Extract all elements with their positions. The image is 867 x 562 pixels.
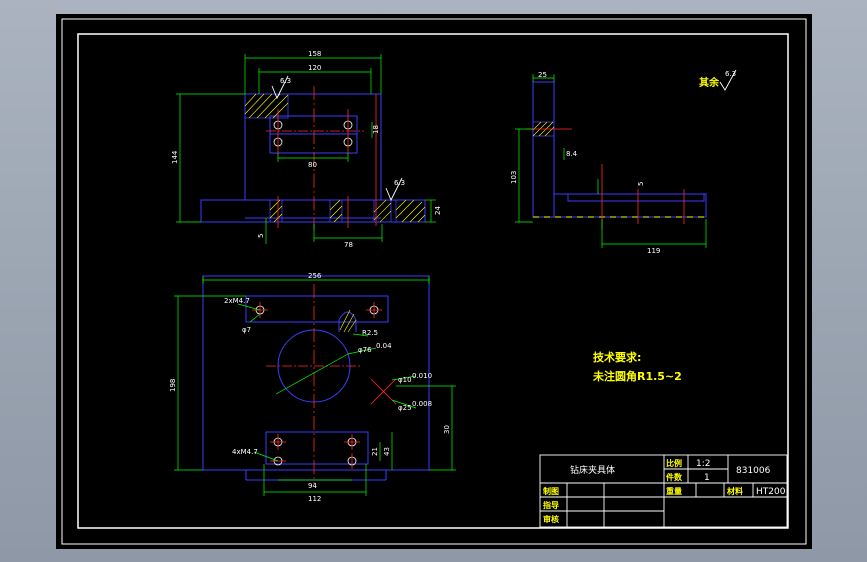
dim-94: 94 bbox=[308, 482, 317, 490]
label-dia-76-tol: 0.04 bbox=[376, 342, 392, 350]
roughness-label: 其余 bbox=[699, 76, 720, 89]
svg-text:6.3: 6.3 bbox=[280, 77, 291, 85]
dim-198: 198 bbox=[169, 379, 177, 392]
label-dia-25-tol: 0.008 bbox=[412, 400, 432, 408]
dim-30: 30 bbox=[443, 425, 451, 434]
reviewer-label: 审核 bbox=[543, 514, 559, 524]
label-dia-25: φ25 bbox=[398, 404, 412, 412]
dim-5: 5 bbox=[257, 234, 265, 238]
side-centerlines bbox=[526, 128, 685, 229]
top-view: 256 2xM4.7 φ7 R2.5 φ76 0.04 φ10 0.010 φ2… bbox=[169, 272, 456, 503]
qty-label: 件数 bbox=[666, 472, 683, 482]
label-dia-10: φ10 bbox=[398, 376, 412, 384]
part-name: 钻床夹具体 bbox=[570, 464, 615, 476]
top-hatch bbox=[339, 309, 357, 333]
material-value: HT200 bbox=[756, 487, 786, 497]
dim-8-4: 8.4 bbox=[566, 150, 578, 158]
tech-req-line1: 未注圆角R1.5~2 bbox=[592, 369, 682, 383]
top-dim-lines bbox=[174, 276, 456, 496]
dim-103: 103 bbox=[510, 171, 518, 184]
title-block: 钻床夹具体 比例 1:2 件数 1 831006 制图 重量 材料 HT200 … bbox=[539, 454, 788, 528]
roughness-value: 6.3 bbox=[725, 70, 736, 78]
tech-requirements: 技术要求: 未注圆角R1.5~2 bbox=[592, 350, 682, 383]
qty-value: 1 bbox=[704, 473, 710, 483]
label-r2-5: R2.5 bbox=[362, 329, 378, 337]
dim-43: 43 bbox=[383, 447, 391, 456]
drawn-label: 制图 bbox=[543, 486, 559, 496]
cad-drawing-viewport[interactable]: 158 120 144 80 18 78 5 24 6.3 6.3 25 103… bbox=[56, 14, 812, 549]
dim-256: 256 bbox=[308, 272, 322, 280]
roughness-symbol-b: 6.3 bbox=[385, 177, 405, 202]
svg-text:6.3: 6.3 bbox=[394, 179, 405, 187]
general-roughness: 其余 6.3 bbox=[699, 69, 737, 91]
side-view: 25 103 8.4 5 119 bbox=[510, 71, 708, 255]
label-dia-76: φ76 bbox=[358, 346, 372, 354]
designer-label: 指导 bbox=[543, 500, 559, 510]
dim-24: 24 bbox=[434, 206, 442, 215]
dim-5-side: 5 bbox=[637, 182, 645, 186]
dim-80: 80 bbox=[308, 161, 317, 169]
side-dim-lines bbox=[515, 74, 707, 248]
dim-112: 112 bbox=[308, 495, 321, 503]
top-dim-texts: 256 2xM4.7 φ7 R2.5 φ76 0.04 φ10 0.010 φ2… bbox=[169, 272, 451, 503]
front-dim-texts: 158 120 144 80 18 78 5 24 bbox=[171, 50, 442, 249]
dim-119: 119 bbox=[647, 247, 660, 255]
scale-label: 比例 bbox=[666, 458, 682, 468]
tech-req-title: 技术要求: bbox=[593, 350, 641, 364]
label-4xm4-7: 4xM4.7 bbox=[232, 448, 258, 456]
dim-144: 144 bbox=[171, 150, 179, 164]
dim-78: 78 bbox=[344, 241, 353, 249]
dim-158: 158 bbox=[308, 50, 321, 58]
dim-18: 18 bbox=[372, 125, 380, 134]
dim-21: 21 bbox=[371, 447, 379, 456]
drawing-canvas[interactable]: 158 120 144 80 18 78 5 24 6.3 6.3 25 103… bbox=[56, 14, 812, 549]
drawing-number: 831006 bbox=[736, 466, 771, 476]
front-dim-lines bbox=[176, 54, 436, 244]
sheet-frame bbox=[61, 18, 807, 545]
label-2xm4-7: 2xM4.7 bbox=[224, 297, 250, 305]
label-dia-7: φ7 bbox=[242, 326, 251, 334]
dim-25: 25 bbox=[538, 71, 547, 79]
dim-120: 120 bbox=[308, 64, 321, 72]
scale-value: 1:2 bbox=[696, 459, 710, 469]
material-label: 材料 bbox=[727, 486, 743, 496]
weight-label: 重量 bbox=[666, 486, 682, 496]
label-dia-10-tol: 0.010 bbox=[412, 372, 432, 380]
front-view: 158 120 144 80 18 78 5 24 6.3 6.3 bbox=[171, 50, 442, 249]
